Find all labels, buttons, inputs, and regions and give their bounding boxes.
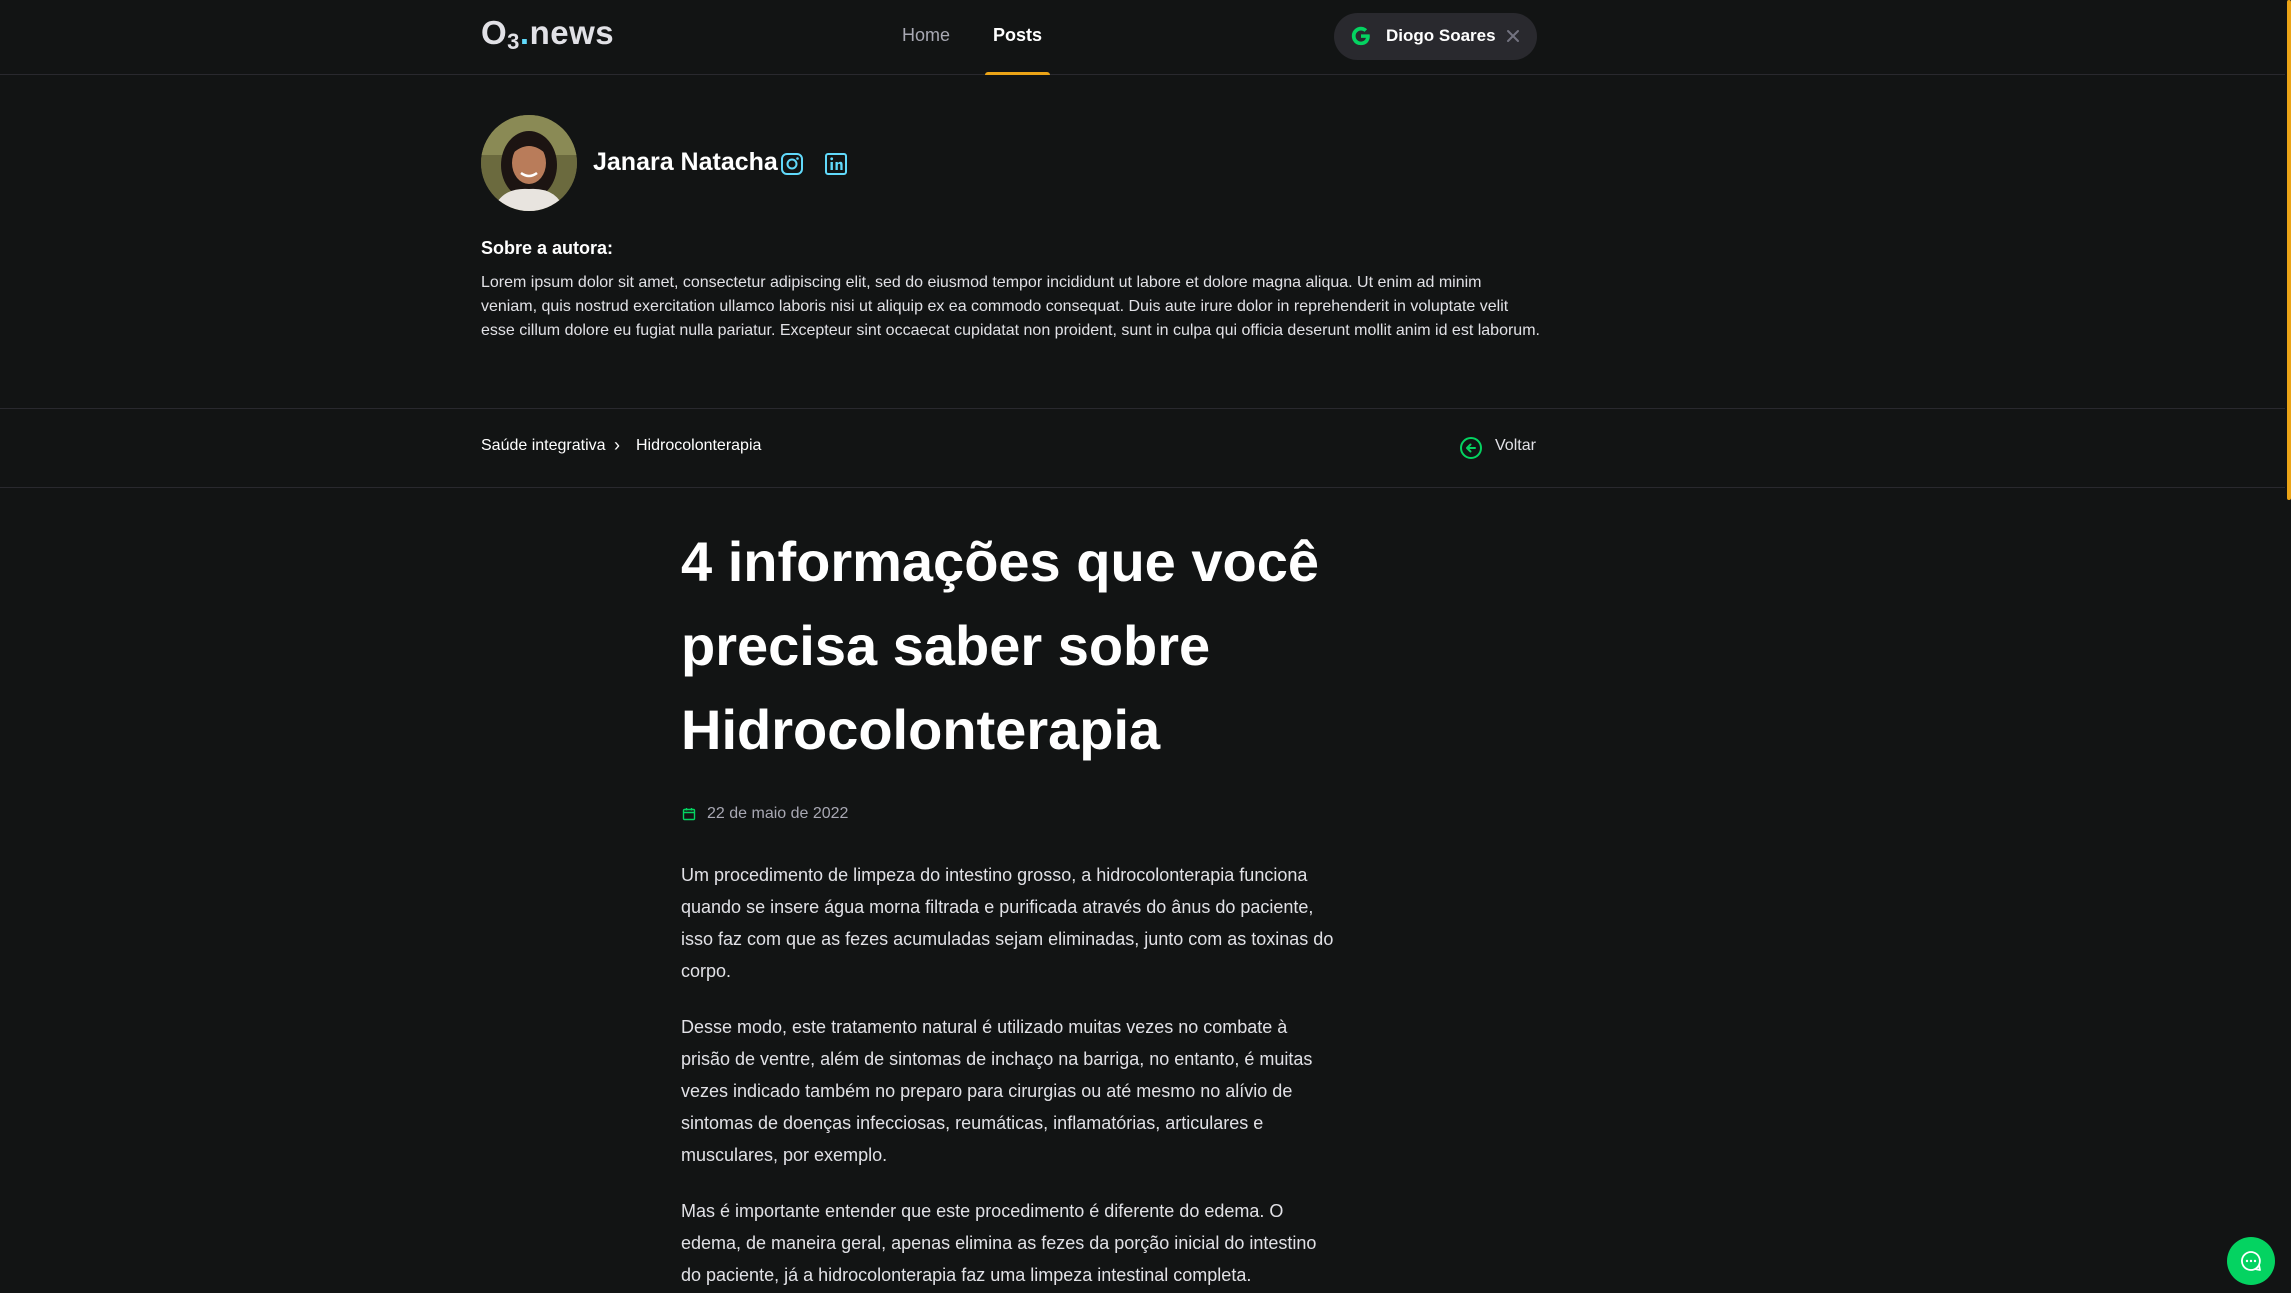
about-author-text: Lorem ipsum dolor sit amet, consectetur … xyxy=(481,274,1540,339)
post-paragraph: Um procedimento de limpeza do intestino … xyxy=(681,865,1334,981)
top-navbar: O3.news Home Posts Diogo Soares xyxy=(0,0,2291,75)
chat-button[interactable] xyxy=(2227,1237,2275,1285)
user-session-button[interactable]: Diogo Soares xyxy=(1334,13,1537,60)
post-paragraph: Desse modo, este tratamento natural é ut… xyxy=(681,1017,1313,1165)
post-date: 22 de maio de 2022 xyxy=(707,805,849,822)
back-button-label: Voltar xyxy=(1495,437,1536,454)
google-icon xyxy=(1351,26,1370,46)
logo[interactable]: O3.news xyxy=(481,14,614,54)
chat-icon xyxy=(2241,1251,2261,1271)
instagram-icon[interactable] xyxy=(779,151,805,177)
author-avatar xyxy=(481,115,577,211)
post-title-line: precisa saber sobre xyxy=(681,614,1211,677)
breadcrumb: Saúde integrativa › Hidrocolonterapia Vo… xyxy=(0,408,2291,488)
about-author-heading: Sobre a autora: xyxy=(481,238,614,258)
post-paragraph: Mas é importante entender que este proce… xyxy=(681,1201,1317,1285)
user-name: Diogo Soares xyxy=(1386,26,1496,45)
post-title-line: Hidrocolonterapia xyxy=(681,698,1161,761)
close-icon[interactable] xyxy=(1503,26,1523,46)
breadcrumb-subcategory[interactable]: Hidrocolonterapia xyxy=(636,437,761,455)
nav-posts-link[interactable]: Posts xyxy=(984,0,1051,75)
post-title-line: 4 informações que você xyxy=(681,530,1320,593)
author-name: Janara Natacha xyxy=(593,148,778,176)
arrow-left-circle-icon xyxy=(1460,437,1482,459)
linkedin-icon[interactable] xyxy=(823,151,849,177)
post-title: 4 informações que você precisa saber sob… xyxy=(681,520,1381,772)
scrollbar-thumb[interactable] xyxy=(2287,0,2291,500)
breadcrumb-category[interactable]: Saúde integrativa xyxy=(481,437,606,455)
calendar-icon xyxy=(682,808,696,821)
breadcrumb-separator: › xyxy=(614,435,620,455)
nav-home-link[interactable]: Home xyxy=(902,0,950,75)
